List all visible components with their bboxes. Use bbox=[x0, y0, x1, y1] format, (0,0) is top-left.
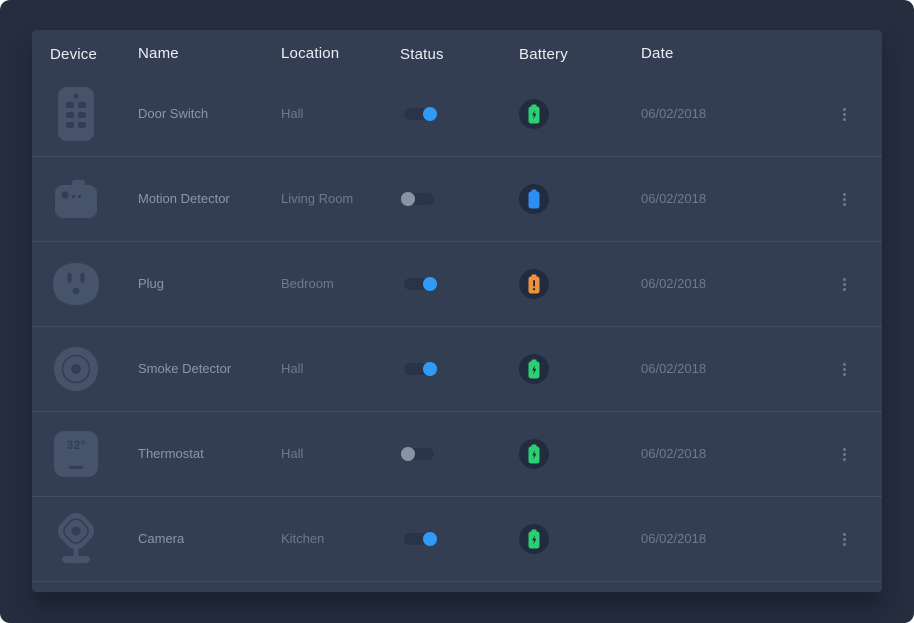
battery-full-icon bbox=[519, 184, 549, 214]
row-menu-button[interactable] bbox=[839, 104, 850, 125]
table-header-row: Device Name Location Status Battery Date bbox=[32, 30, 882, 72]
status-toggle[interactable] bbox=[404, 363, 434, 375]
status-toggle[interactable] bbox=[404, 108, 434, 120]
battery-charging-icon bbox=[519, 354, 549, 384]
row-menu-button[interactable] bbox=[839, 359, 850, 380]
device-location: Living Room bbox=[281, 191, 353, 206]
plug-icon bbox=[50, 262, 102, 306]
column-header-date: Date bbox=[641, 45, 674, 62]
toggle-knob bbox=[423, 362, 437, 376]
table-row: Motion Detector Living Room 06/02/2018 bbox=[32, 157, 882, 242]
device-location: Hall bbox=[281, 361, 303, 376]
device-date: 06/02/2018 bbox=[641, 191, 706, 206]
toggle-knob bbox=[401, 447, 415, 461]
battery-charging-icon bbox=[519, 524, 549, 554]
device-location: Hall bbox=[281, 106, 303, 121]
row-menu-button[interactable] bbox=[839, 274, 850, 295]
table-row: Camera Kitchen 06/02/2018 bbox=[32, 497, 882, 582]
row-menu-button[interactable] bbox=[839, 529, 850, 550]
device-name: Smoke Detector bbox=[138, 361, 231, 376]
battery-charging-icon bbox=[519, 439, 549, 469]
device-name: Camera bbox=[138, 531, 184, 546]
device-date: 06/02/2018 bbox=[641, 276, 706, 291]
thermostat-bar bbox=[69, 466, 83, 469]
toggle-knob bbox=[401, 192, 415, 206]
device-date: 06/02/2018 bbox=[641, 361, 706, 376]
remote-icon bbox=[50, 86, 102, 142]
column-header-location: Location bbox=[281, 45, 339, 62]
device-date: 06/02/2018 bbox=[641, 531, 706, 546]
row-menu-button[interactable] bbox=[839, 189, 850, 210]
device-table-card: Device Name Location Status Battery Date… bbox=[32, 30, 882, 592]
toggle-knob bbox=[423, 107, 437, 121]
device-location: Kitchen bbox=[281, 531, 324, 546]
status-toggle[interactable] bbox=[404, 278, 434, 290]
column-header-status: Status bbox=[400, 46, 444, 63]
thermostat-icon: 32° bbox=[50, 431, 102, 477]
device-name: Thermostat bbox=[138, 446, 204, 461]
status-toggle[interactable] bbox=[404, 193, 434, 205]
table-row: Smoke Detector Hall 06/02/2018 bbox=[32, 327, 882, 412]
column-header-device: Device bbox=[50, 46, 97, 63]
column-header-name: Name bbox=[138, 45, 179, 62]
device-location: Bedroom bbox=[281, 276, 334, 291]
device-dashboard-screen: Device Name Location Status Battery Date… bbox=[0, 0, 914, 623]
row-menu-button[interactable] bbox=[839, 444, 850, 465]
battery-low-icon bbox=[519, 269, 549, 299]
device-name: Plug bbox=[138, 276, 164, 291]
motion-detector-icon bbox=[50, 178, 102, 220]
device-name: Motion Detector bbox=[138, 191, 230, 206]
status-toggle[interactable] bbox=[404, 448, 434, 460]
column-header-battery: Battery bbox=[519, 46, 568, 63]
device-location: Hall bbox=[281, 446, 303, 461]
toggle-knob bbox=[423, 277, 437, 291]
device-name: Door Switch bbox=[138, 106, 208, 121]
toggle-knob bbox=[423, 532, 437, 546]
table-row: Plug Bedroom 06/02/2018 bbox=[32, 242, 882, 327]
camera-icon bbox=[50, 511, 102, 567]
device-date: 06/02/2018 bbox=[641, 106, 706, 121]
table-row: 32° Thermostat Hall 06/02/2018 bbox=[32, 412, 882, 497]
table-row: Door Switch Hall 06/02/2018 bbox=[32, 72, 882, 157]
device-date: 06/02/2018 bbox=[641, 446, 706, 461]
thermostat-temperature-label: 32° bbox=[66, 438, 85, 452]
battery-charging-icon bbox=[519, 99, 549, 129]
smoke-detector-icon bbox=[50, 346, 102, 392]
status-toggle[interactable] bbox=[404, 533, 434, 545]
